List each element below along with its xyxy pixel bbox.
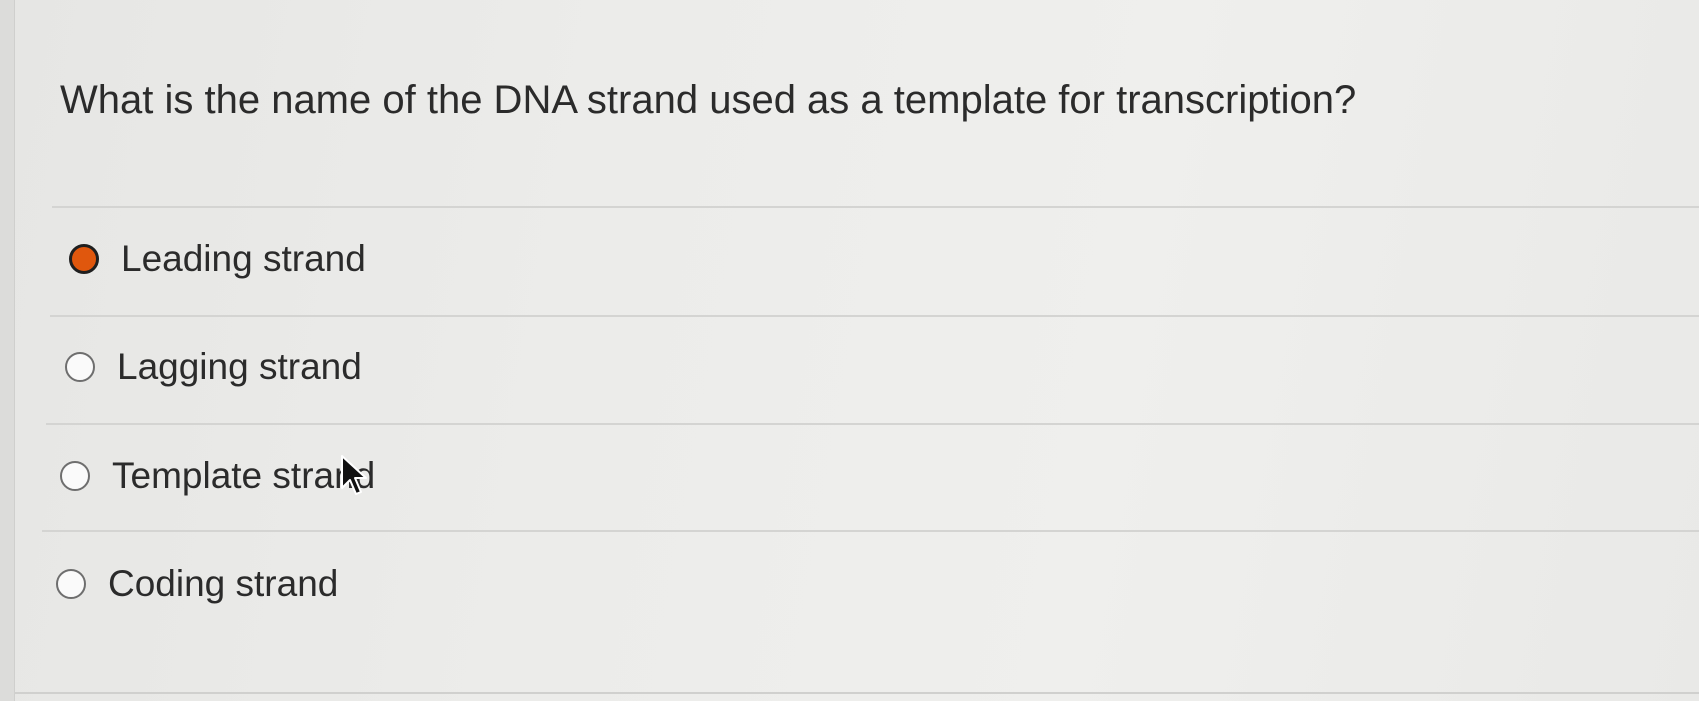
mouse-pointer-icon (341, 455, 367, 495)
divider (46, 423, 1699, 425)
option-label: Leading strand (121, 238, 366, 279)
card-bottom-border (14, 692, 1699, 694)
radio-button[interactable] (56, 569, 86, 599)
option-template-strand[interactable]: Template strand (60, 446, 375, 506)
option-label: Coding strand (108, 563, 339, 604)
divider (50, 315, 1699, 317)
option-label: Lagging strand (117, 346, 362, 387)
radio-button[interactable] (60, 461, 90, 491)
option-lagging-strand[interactable]: Lagging strand (65, 337, 362, 397)
radio-button[interactable] (65, 352, 95, 382)
divider-top (52, 206, 1699, 208)
option-leading-strand[interactable]: Leading strand (69, 229, 366, 289)
divider (42, 530, 1699, 532)
radio-button-selected[interactable] (69, 244, 99, 274)
question-text: What is the name of the DNA strand used … (60, 78, 1357, 122)
option-label: Template strand (112, 455, 376, 496)
question-card: What is the name of the DNA strand used … (0, 0, 1699, 701)
option-coding-strand[interactable]: Coding strand (56, 554, 338, 614)
